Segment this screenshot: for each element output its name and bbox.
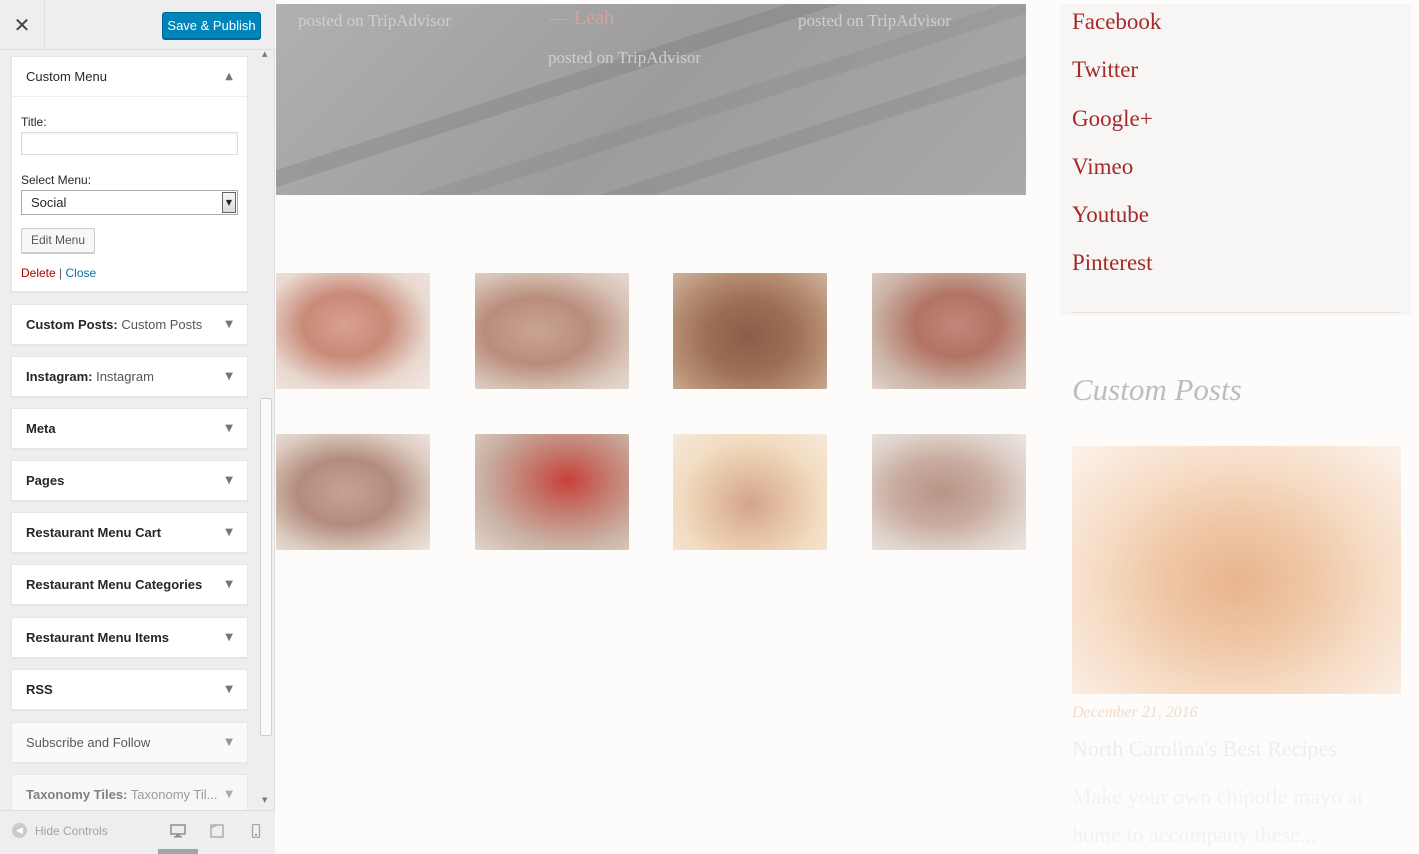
close-customizer-button[interactable]: ✕ [0,0,45,49]
hide-controls-label: Hide Controls [35,823,108,838]
widget-name: Pages [26,473,65,488]
widget-subtitle: Instagram [96,369,154,384]
tablet-preview-icon[interactable] [209,824,225,838]
expand-arrow-icon[interactable]: ▼ [225,579,233,590]
widget-meta[interactable]: Meta ▼ [11,408,248,449]
mobile-preview-icon[interactable] [248,824,264,838]
divider [1072,312,1400,313]
social-link-pinterest[interactable]: Pinterest [1072,250,1153,276]
social-link-vimeo[interactable]: Vimeo [1072,154,1133,180]
widget-actions: Delete | Close [21,266,238,280]
close-link[interactable]: Close [66,266,97,280]
customizer-footer: ◀ Hide Controls [0,810,275,854]
expand-arrow-icon[interactable]: ▼ [225,319,233,330]
widget-subscribe-follow[interactable]: Subscribe and Follow ▼ [11,722,248,763]
title-input[interactable] [21,132,238,155]
widget-pages[interactable]: Pages ▼ [11,460,248,501]
widget-name: Restaurant Menu Cart [26,525,162,540]
scroll-up-icon[interactable]: ▲ [262,50,267,58]
widget-custom-menu: Custom Menu ▲ Title: Select Menu: Social… [11,56,248,292]
select-menu-dropdown[interactable]: Social ▼ [21,190,238,215]
gallery-image[interactable] [673,273,827,389]
select-menu-value: Social [31,195,67,210]
widget-subtitle: Custom Posts [121,317,203,332]
review-source: posted on TripAdvisor [548,48,702,67]
close-icon: ✕ [13,12,31,37]
review-source: posted on TripAdvisor [298,11,452,30]
expand-arrow-icon[interactable]: ▼ [225,527,233,538]
delete-link[interactable]: Delete [21,266,56,280]
widget-rss[interactable]: RSS ▼ [11,669,248,710]
widget-name: Restaurant Menu Categories [26,577,203,592]
gallery-image[interactable] [673,434,827,550]
social-link-facebook[interactable]: Facebook [1072,9,1161,35]
expand-arrow-icon[interactable]: ▼ [225,371,233,382]
widget-custom-posts[interactable]: Custom Posts: Custom Posts ▼ [11,304,248,345]
title-label: Title: [21,115,47,129]
expand-arrow-icon[interactable]: ▼ [225,737,233,748]
expand-arrow-icon[interactable]: ▼ [225,684,233,695]
testimonials-hero: posted on TripAdvisor — Leah posted on T… [276,4,1026,195]
widget-list: Custom Menu ▲ Title: Select Menu: Social… [0,50,275,810]
widget-restaurant-menu-cart[interactable]: Restaurant Menu Cart ▼ [11,512,248,553]
save-publish-button[interactable]: Save & Publish [162,12,261,39]
widget-name: Custom Posts: [26,317,118,332]
customizer-header: ✕ Save & Publish [0,0,275,50]
widget-name: Restaurant Menu Items [26,630,170,645]
scroll-down-icon[interactable]: ▼ [262,796,267,804]
social-link-twitter[interactable]: Twitter [1072,57,1138,83]
gallery-image[interactable] [475,434,629,550]
custom-posts-title: Custom Posts [1072,372,1242,407]
desktop-preview-icon[interactable] [170,824,186,838]
social-link-googleplus[interactable]: Google+ [1072,106,1153,132]
review-source: posted on TripAdvisor [798,11,952,30]
action-separator: | [59,266,63,280]
scrollbar-thumb[interactable] [260,398,272,736]
review-author: — Leah [549,7,614,29]
gallery-image[interactable] [475,273,629,389]
widget-name: Taxonomy Tiles: [26,787,128,802]
customizer-sidebar: ✕ Save & Publish Custom Menu ▲ Title: Se… [0,0,275,854]
post-excerpt: Make your own chipotle mayo at home to a… [1072,784,1364,847]
widget-form: Title: Select Menu: Social ▼ Edit Menu D… [12,115,247,280]
widget-name: Instagram: [26,369,93,384]
social-menu-widget: Facebook Twitter Google+ Vimeo Youtube P… [1060,4,1411,315]
expand-arrow-icon[interactable]: ▼ [225,475,233,486]
collapse-arrow-icon[interactable]: ▲ [225,71,233,82]
widget-header-custom-menu[interactable]: Custom Menu ▲ [12,57,247,97]
chevron-down-icon[interactable]: ▼ [222,192,236,213]
collapse-sidebar-icon: ◀ [12,823,27,838]
expand-arrow-icon[interactable]: ▼ [225,789,233,800]
custom-post-image[interactable] [1072,446,1401,694]
post-date: December 21, 2016 [1072,704,1198,721]
expand-arrow-icon[interactable]: ▼ [225,632,233,643]
sidebar-scrollbar[interactable]: ▲ ▼ [259,50,274,810]
widget-name: RSS [26,682,53,697]
hide-controls-button[interactable]: ◀ Hide Controls [12,823,108,838]
social-link-youtube[interactable]: Youtube [1072,202,1149,228]
footer-tab-indicator [158,849,198,854]
widget-restaurant-menu-categories[interactable]: Restaurant Menu Categories ▼ [11,564,248,605]
widget-instagram[interactable]: Instagram: Instagram ▼ [11,356,248,397]
widget-restaurant-menu-items[interactable]: Restaurant Menu Items ▼ [11,617,248,658]
gallery-image[interactable] [276,273,430,389]
widget-subtitle: Taxonomy Til... [130,787,218,802]
widget-name: Meta [26,421,56,436]
gallery-image[interactable] [276,434,430,550]
widget-taxonomy-tiles[interactable]: Taxonomy Tiles: Taxonomy Til... ▼ [11,774,248,810]
select-menu-label: Select Menu: [21,173,92,187]
gallery-image[interactable] [872,434,1026,550]
expand-arrow-icon[interactable]: ▼ [225,423,233,434]
widget-title: Custom Menu [26,69,107,84]
gallery-image[interactable] [872,273,1026,389]
widget-name: Subscribe and Follow [26,735,151,750]
edit-menu-button[interactable]: Edit Menu [21,228,96,253]
post-title-link[interactable]: North Carolina's Best Recipes [1072,736,1337,762]
